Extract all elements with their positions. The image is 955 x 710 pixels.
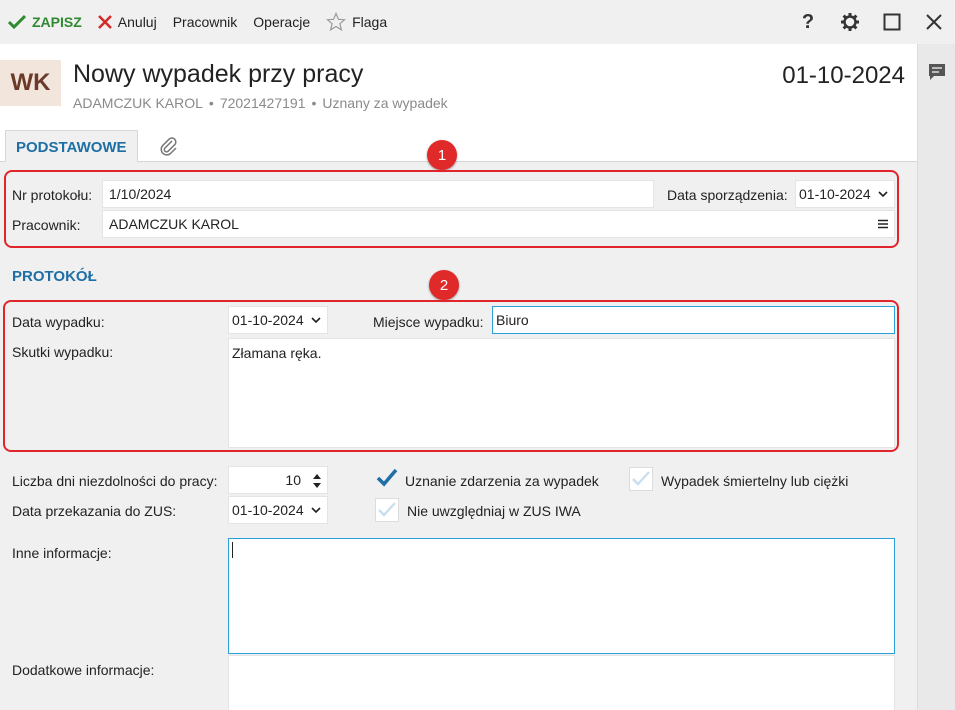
- additional-info-textarea[interactable]: [228, 655, 895, 710]
- form-content: 1 Nr protokołu: 1/10/2024 Data sporządze…: [0, 140, 917, 710]
- maximize-icon: [883, 13, 901, 31]
- tab-basic[interactable]: PODSTAWOWE: [5, 130, 138, 163]
- tab-attachments[interactable]: [152, 130, 186, 162]
- prepared-date-label: Data sporządzenia:: [667, 187, 788, 203]
- close-icon: [97, 15, 112, 29]
- employee-menu[interactable]: Pracownik: [165, 0, 246, 44]
- record-subtitle: ADAMCZUK KAROL • 72021427191 • Uznany za wyp…: [73, 95, 448, 111]
- tab-bar: PODSTAWOWE: [0, 130, 917, 163]
- accident-date-label: Data wypadku:: [12, 314, 105, 330]
- accident-effects-textarea[interactable]: Złamana ręka.: [228, 338, 895, 448]
- prepared-date-value: 01-10-2024: [799, 186, 871, 202]
- maximize-button[interactable]: [871, 0, 913, 44]
- protocol-number-input[interactable]: 1/10/2024: [102, 180, 654, 208]
- exclude-zus-label: Nie uwzględniaj w ZUS IWA: [407, 503, 581, 519]
- zus-date-picker[interactable]: 01-10-2024: [228, 496, 328, 524]
- accident-date-value: 01-10-2024: [232, 312, 304, 328]
- separator-dot: •: [311, 95, 317, 111]
- accident-place-input[interactable]: Biuro: [492, 306, 895, 334]
- avatar: WK: [0, 60, 61, 106]
- settings-button[interactable]: [829, 0, 871, 44]
- comments-button[interactable]: [918, 44, 955, 100]
- employee-value: ADAMCZUK KAROL: [109, 216, 239, 232]
- sick-days-value: 10: [285, 472, 301, 488]
- sick-days-label: Liczba dni niezdolności do pracy:: [12, 473, 218, 489]
- close-window-button[interactable]: [913, 0, 955, 44]
- checkmark-icon: [8, 14, 26, 30]
- zus-date-value: 01-10-2024: [232, 502, 304, 518]
- flag-label: Flaga: [352, 14, 388, 30]
- chevron-down-icon: [311, 507, 321, 513]
- flag-button[interactable]: Flaga: [318, 0, 395, 44]
- fatal-accident-label: Wypadek śmiertelny lub ciężki: [661, 473, 849, 489]
- save-label: ZAPISZ: [32, 14, 82, 30]
- help-button[interactable]: ?: [787, 0, 829, 44]
- separator-dot: •: [208, 95, 214, 111]
- operations-menu[interactable]: Operacje: [245, 0, 318, 44]
- exclude-zus-checkbox[interactable]: [375, 498, 399, 522]
- prepared-date-picker[interactable]: 01-10-2024: [795, 180, 895, 208]
- checkmark-faint-icon: [632, 471, 650, 486]
- save-button[interactable]: ZAPISZ: [0, 0, 90, 44]
- spinner-arrows-icon[interactable]: [312, 473, 322, 489]
- accident-place-label: Miejsce wypadku:: [373, 314, 484, 330]
- chevron-down-icon: [878, 191, 888, 197]
- subtitle-pesel: 72021427191: [219, 95, 306, 111]
- protocol-number-label: Nr protokołu:: [12, 187, 93, 203]
- additional-info-label: Dodatkowe informacje:: [12, 662, 155, 678]
- paperclip-icon: [160, 137, 177, 156]
- annotation-badge-1: 1: [427, 140, 457, 170]
- subtitle-status: Uznany za wypadek: [322, 95, 448, 111]
- accident-place-value: Biuro: [496, 312, 529, 328]
- menu-icon: [878, 219, 888, 229]
- sick-days-stepper[interactable]: 10: [228, 466, 328, 494]
- other-info-textarea[interactable]: [228, 538, 895, 654]
- recognition-label: Uznanie zdarzenia za wypadek: [405, 473, 599, 489]
- recognition-checkbox[interactable]: [375, 466, 399, 490]
- gear-icon: [841, 13, 859, 31]
- cancel-button[interactable]: Anuluj: [90, 0, 165, 44]
- fatal-accident-checkbox[interactable]: [629, 467, 653, 491]
- toolbar: ZAPISZ Anuluj Pracownik Operacje Flaga ?: [0, 0, 955, 44]
- accident-effects-value: Złamana ręka.: [232, 345, 322, 361]
- subtitle-employee: ADAMCZUK KAROL: [73, 95, 203, 111]
- employee-label: Pracownik:: [12, 217, 81, 233]
- close-icon: [926, 14, 942, 30]
- accident-date-picker[interactable]: 01-10-2024: [228, 306, 328, 334]
- employee-lookup[interactable]: ADAMCZUK KAROL: [102, 210, 895, 238]
- accident-effects-label: Skutki wypadku:: [12, 344, 114, 360]
- employee-menu-label: Pracownik: [172, 14, 238, 30]
- help-icon: ?: [801, 10, 815, 33]
- other-info-label: Inne informacje:: [12, 545, 112, 561]
- header-date: 01-10-2024: [782, 62, 905, 89]
- operations-menu-label: Operacje: [253, 14, 311, 30]
- star-icon: [326, 12, 347, 32]
- protocol-section-title: PROTOKÓŁ: [12, 268, 97, 285]
- record-header: WK Nowy wypadek przy pracy ADAMCZUK KARO…: [0, 44, 917, 130]
- comment-icon: [929, 64, 945, 80]
- zus-date-label: Data przekazania do ZUS:: [12, 503, 177, 519]
- checkmark-faint-icon: [378, 502, 396, 517]
- side-rail: [917, 44, 955, 710]
- checkmark-icon: [376, 468, 398, 487]
- text-caret: [232, 542, 233, 558]
- protocol-number-value: 1/10/2024: [109, 186, 172, 202]
- chevron-down-icon: [311, 317, 321, 323]
- cancel-label: Anuluj: [117, 14, 157, 30]
- annotation-badge-2: 2: [429, 270, 459, 300]
- page-title: Nowy wypadek przy pracy: [73, 60, 364, 88]
